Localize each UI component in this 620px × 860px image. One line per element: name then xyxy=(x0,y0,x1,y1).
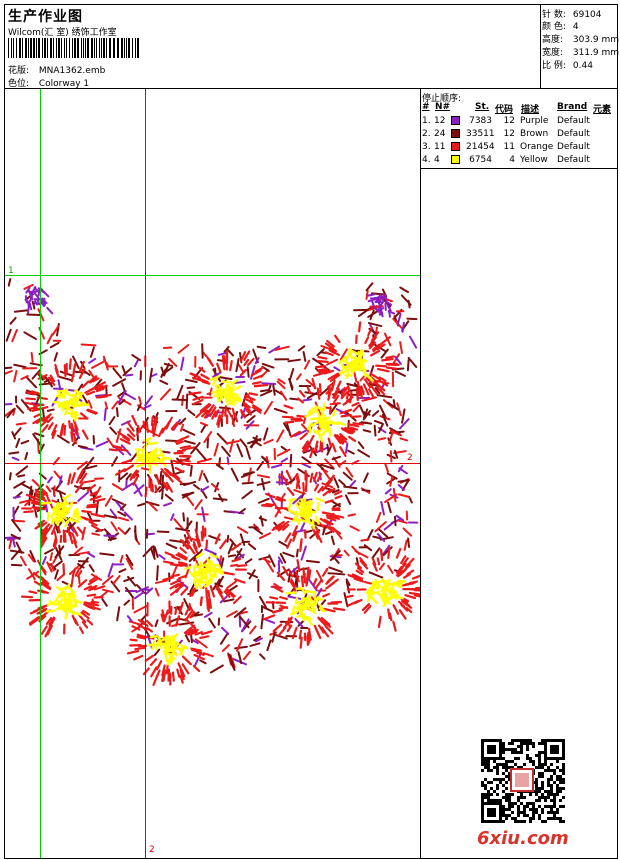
row-code: 12 xyxy=(503,129,515,139)
barcode-image xyxy=(8,38,139,58)
row-brand: Default xyxy=(557,142,590,152)
row-description: Orange xyxy=(520,142,554,152)
color-swatch xyxy=(451,116,460,125)
spec-value: 0.44 xyxy=(572,61,593,71)
row-needle: 4 xyxy=(434,155,440,165)
site-watermark-logo: 6xiu.com xyxy=(477,828,569,849)
row-brand: Default xyxy=(557,155,590,165)
colorway-field: 色位: Colorway 1 xyxy=(8,76,89,89)
embroidery-artwork xyxy=(5,278,420,687)
row-stitches: 33511 xyxy=(466,129,495,139)
design-preview: 1 2 2 xyxy=(5,89,420,858)
row-brand: Default xyxy=(557,129,590,139)
guide-vertical-2 xyxy=(145,89,146,858)
row-needle: 24 xyxy=(434,129,446,139)
color-swatch xyxy=(451,129,460,138)
spec-colors: 颜 色: 4 xyxy=(542,19,579,32)
spec-divider xyxy=(540,4,541,88)
col-header-stitches: St. xyxy=(475,102,490,112)
color-swatch xyxy=(451,142,460,151)
design-value: MNA1362.emb xyxy=(38,66,106,76)
colorway-value: Colorway 1 xyxy=(38,79,90,89)
col-header-element: 元素 xyxy=(593,105,612,115)
row-index: 1. xyxy=(422,116,431,126)
guide-label-v2: 2 xyxy=(149,845,155,855)
spec-label: 比 例: xyxy=(542,61,566,71)
row-stitches: 6754 xyxy=(469,155,492,165)
col-header-code: 代码 xyxy=(495,105,514,115)
row-stitches: 7383 xyxy=(469,116,492,126)
document-title: 生产作业图 xyxy=(8,9,83,25)
design-label: 花版: xyxy=(8,66,30,76)
spec-value: 311.9 mm xyxy=(572,48,620,58)
panel-divider xyxy=(420,88,421,859)
studio-name: Wilcom(汇 室) 绣饰工作室 xyxy=(8,28,117,38)
spec-label: 高度: xyxy=(542,35,564,45)
qr-code-image xyxy=(481,739,565,823)
row-needle: 12 xyxy=(434,116,446,126)
row-stitches: 21454 xyxy=(466,142,495,152)
spec-label: 颜 色: xyxy=(542,22,566,32)
col-header-description: 描述 xyxy=(521,105,540,115)
guide-label-h1: 1 xyxy=(8,266,14,276)
spec-value: 303.9 mm xyxy=(572,35,620,45)
guide-horizontal-1 xyxy=(5,275,420,276)
row-description: Yellow xyxy=(520,155,548,165)
spec-scale: 比 例: 0.44 xyxy=(542,58,593,71)
row-code: 4 xyxy=(509,155,515,165)
design-field: 花版: MNA1362.emb xyxy=(8,63,105,76)
color-swatch xyxy=(451,155,460,164)
row-description: Brown xyxy=(520,129,549,139)
spec-value: 4 xyxy=(572,22,579,32)
col-header-needle: N# xyxy=(435,102,451,112)
spec-label: 宽度: xyxy=(542,48,564,58)
guide-vertical-1 xyxy=(40,89,41,858)
guide-label-h2: 2 xyxy=(407,453,413,463)
spec-height: 高度: 303.9 mm xyxy=(542,32,619,45)
row-needle: 11 xyxy=(434,142,446,152)
guide-horizontal-2 xyxy=(5,463,420,464)
spec-width: 宽度: 311.9 mm xyxy=(542,45,619,58)
row-index: 4. xyxy=(422,155,431,165)
row-brand: Default xyxy=(557,116,590,126)
row-index: 2. xyxy=(422,129,431,139)
stops-divider xyxy=(420,168,618,169)
row-code: 11 xyxy=(503,142,515,152)
col-header-brand: Brand xyxy=(557,102,588,112)
row-description: Purple xyxy=(520,116,549,126)
row-index: 3. xyxy=(422,142,431,152)
row-code: 12 xyxy=(503,116,515,126)
colorway-label: 色位: xyxy=(8,79,30,89)
col-header-index: # xyxy=(422,102,430,112)
